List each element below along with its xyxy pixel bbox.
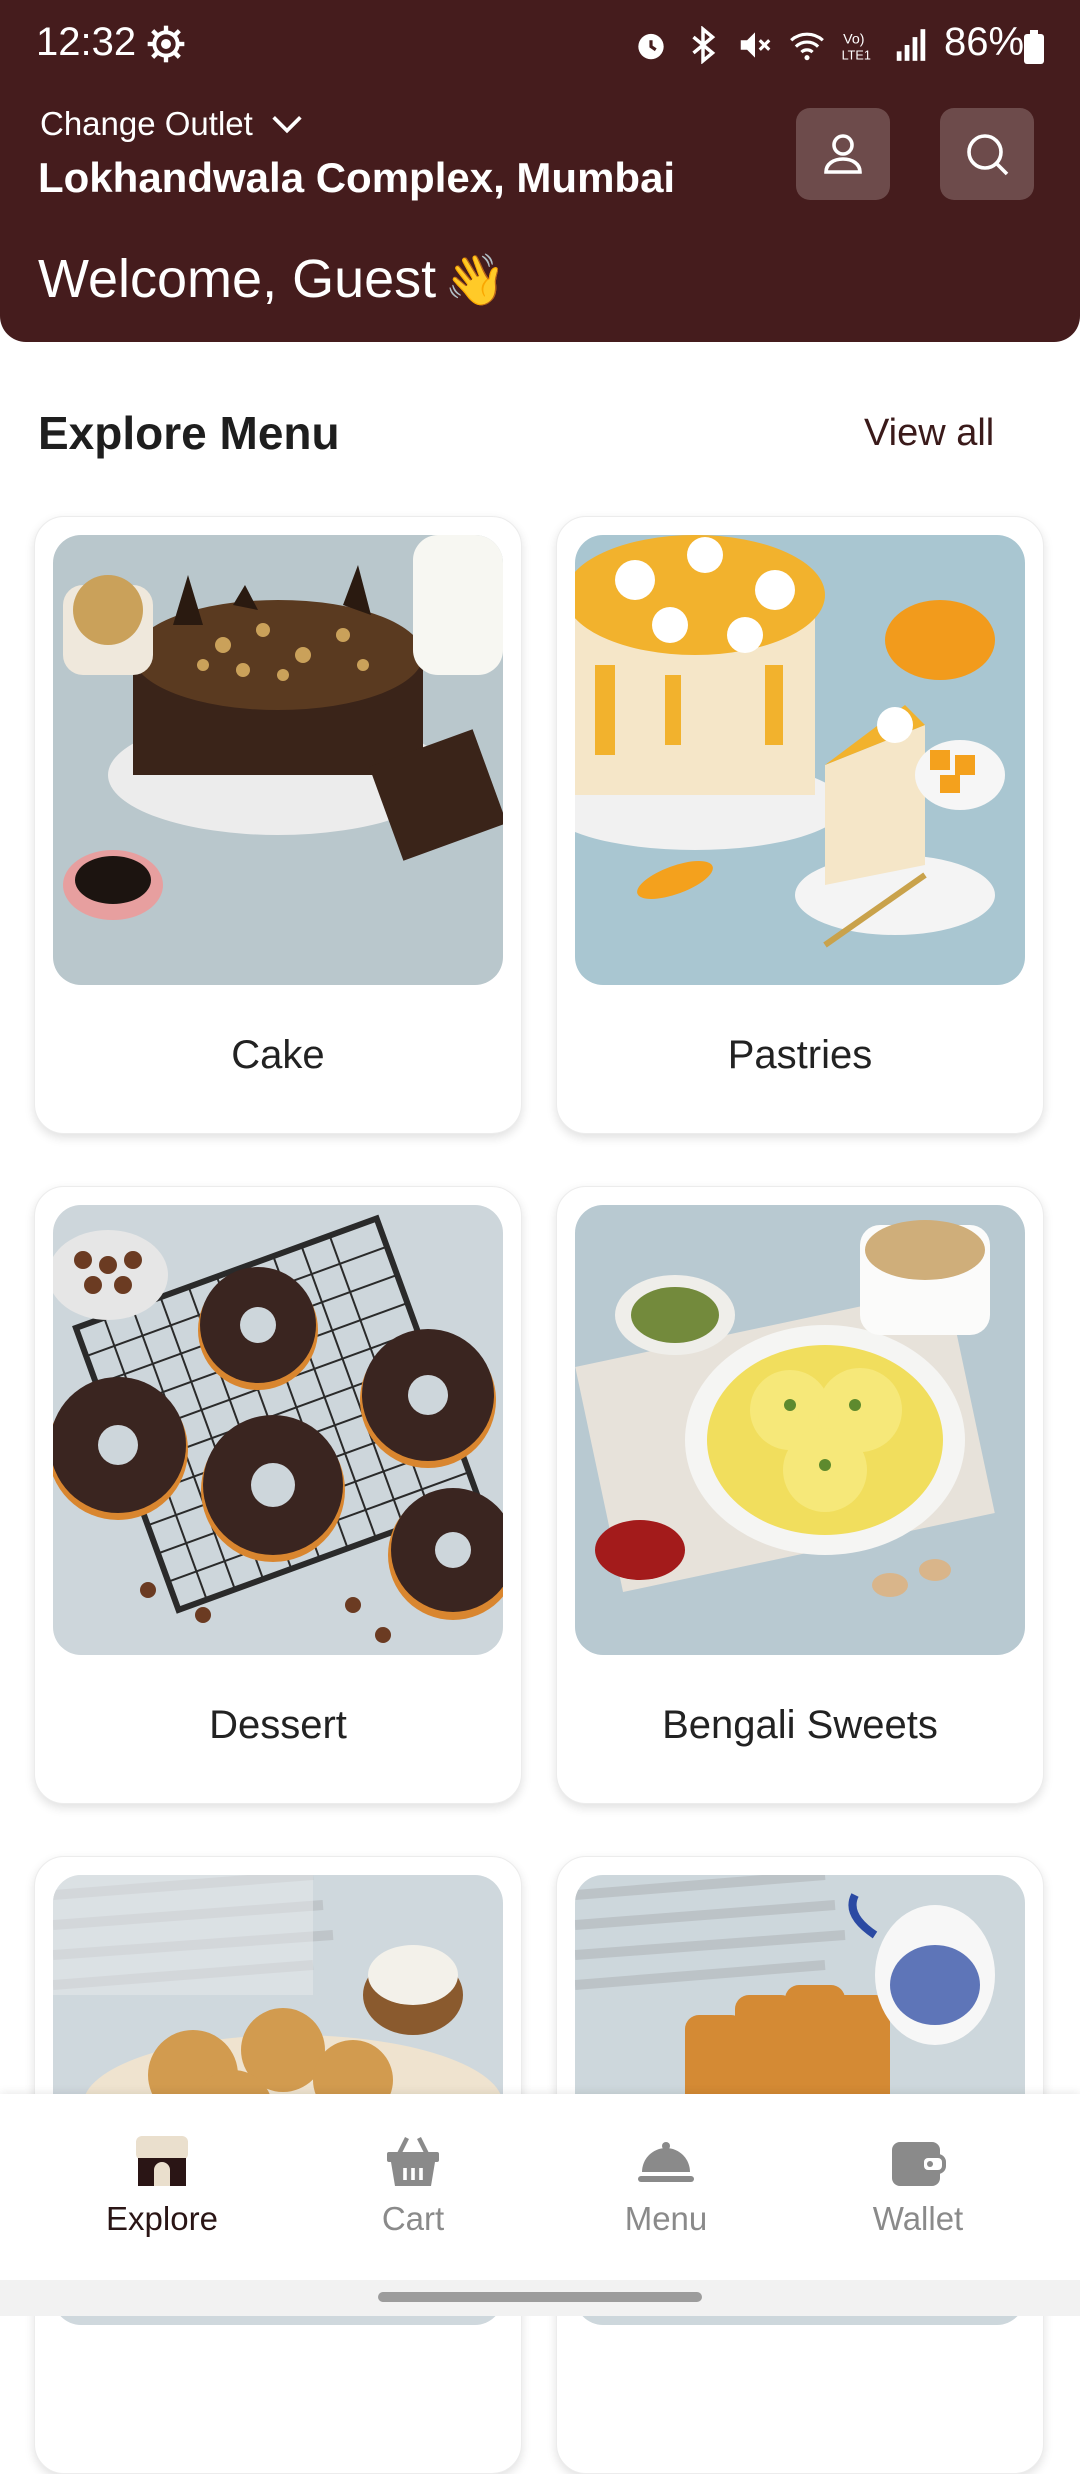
category-label: Bengali Sweets bbox=[662, 1703, 938, 1747]
settings-gear-icon bbox=[147, 25, 185, 63]
category-label: Pastries bbox=[727, 1033, 873, 1077]
bengali-sweets-image bbox=[575, 1205, 1025, 1655]
wifi-icon bbox=[790, 32, 824, 61]
volte-icon: Vo)LTE1 bbox=[842, 31, 871, 62]
nav-cart[interactable]: Cart bbox=[313, 2130, 513, 2238]
view-all-link[interactable]: View all bbox=[864, 412, 994, 455]
category-label: Dessert bbox=[209, 1703, 347, 1747]
home-indicator[interactable] bbox=[378, 2292, 702, 2302]
user-icon bbox=[824, 134, 862, 174]
outlet-location[interactable]: Lokhandwala Complex, Mumbai bbox=[38, 154, 675, 202]
app-header: 12:32 Vo) LTE1 86% Change Outlet Lokhandw… bbox=[0, 0, 1080, 342]
nav-explore-label: Explore bbox=[106, 2200, 218, 2237]
nav-wallet-label: Wallet bbox=[872, 2200, 964, 2237]
cloche-icon bbox=[638, 2142, 694, 2182]
category-label: Cake bbox=[231, 1033, 325, 1077]
svg-text:LTE1: LTE1 bbox=[842, 48, 871, 62]
profile-button[interactable] bbox=[796, 108, 890, 200]
mute-icon bbox=[740, 32, 771, 58]
chevron-down-icon bbox=[272, 116, 302, 134]
battery-icon bbox=[1024, 30, 1044, 64]
cake-image bbox=[53, 535, 503, 985]
category-card-cake[interactable]: Cake bbox=[34, 516, 522, 1134]
welcome-text: Welcome, Guest bbox=[38, 249, 437, 309]
search-icon bbox=[967, 134, 1009, 176]
pastries-image bbox=[575, 535, 1025, 985]
welcome-greeting: Welcome, Guest 👋 bbox=[38, 248, 506, 310]
nav-cart-label: Cart bbox=[381, 2200, 445, 2237]
nav-menu[interactable]: Menu bbox=[566, 2130, 766, 2238]
battery-level: 86% bbox=[944, 20, 1025, 64]
dessert-image bbox=[53, 1205, 503, 1655]
bottom-navigation: Explore Cart Menu Wallet bbox=[0, 2094, 1080, 2280]
category-card-dessert[interactable]: Dessert bbox=[34, 1186, 522, 1804]
nav-menu-label: Menu bbox=[624, 2200, 708, 2237]
nav-wallet[interactable]: Wallet bbox=[818, 2130, 1018, 2238]
bluetooth-icon bbox=[692, 26, 716, 64]
nav-explore[interactable]: Explore bbox=[62, 2130, 262, 2238]
category-card-pastries[interactable]: Pastries bbox=[556, 516, 1044, 1134]
store-icon bbox=[136, 2136, 188, 2186]
wallet-icon bbox=[892, 2142, 946, 2186]
category-card-bengali-sweets[interactable]: Bengali Sweets bbox=[556, 1186, 1044, 1804]
search-button[interactable] bbox=[940, 108, 1034, 200]
basket-icon bbox=[387, 2137, 439, 2186]
change-outlet-label: Change Outlet bbox=[40, 105, 253, 142]
status-bar: 12:32 Vo) LTE1 86% bbox=[0, 0, 1080, 92]
status-icons: Vo) LTE1 bbox=[632, 26, 930, 64]
status-time: 12:32 bbox=[36, 20, 137, 64]
alarm-icon bbox=[638, 33, 664, 60]
change-outlet-selector[interactable]: Change Outlet bbox=[40, 104, 307, 144]
signal-icon bbox=[896, 29, 926, 61]
explore-menu-title: Explore Menu bbox=[38, 407, 340, 459]
svg-text:Vo): Vo) bbox=[843, 31, 864, 47]
waving-hand-icon: 👋 bbox=[444, 252, 507, 308]
